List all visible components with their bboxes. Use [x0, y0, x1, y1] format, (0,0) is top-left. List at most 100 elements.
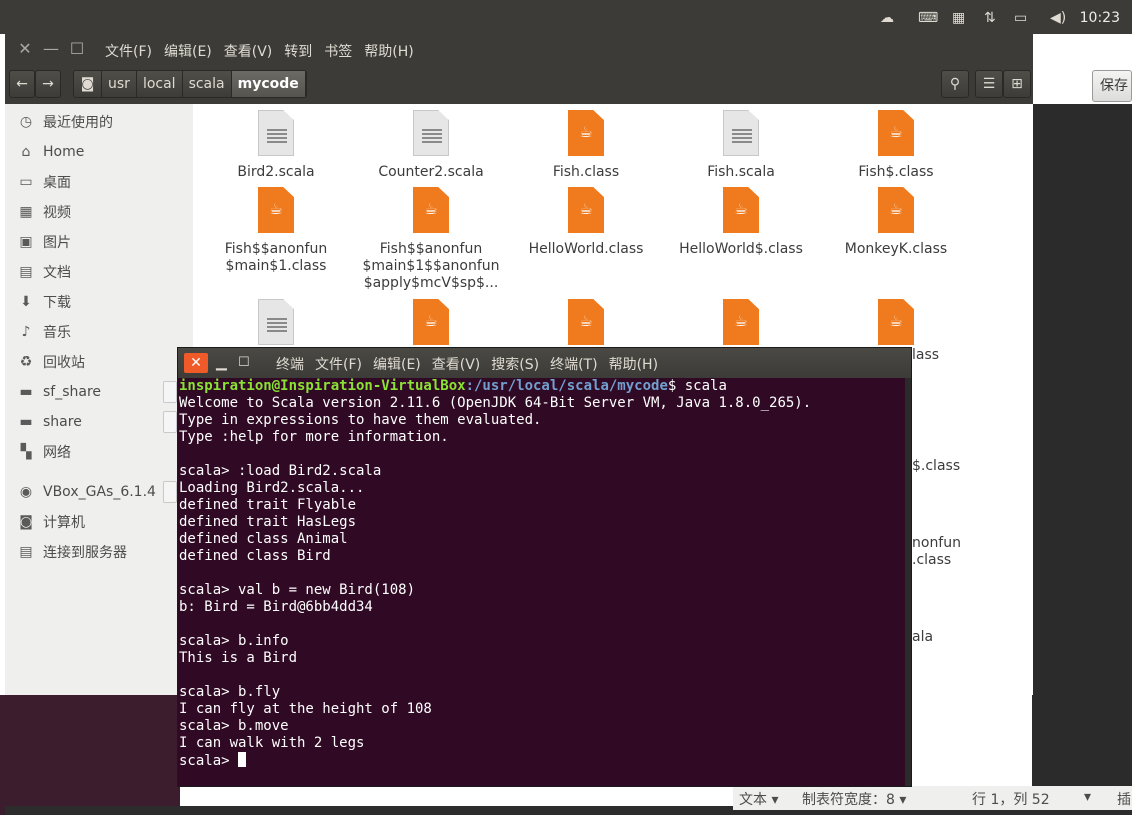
- text-file-icon: [413, 110, 449, 156]
- menu-file[interactable]: 文件(F): [315, 354, 362, 374]
- sidebar-item-videos[interactable]: ▦ 视频: [5, 198, 193, 226]
- video-icon: ▦: [19, 204, 33, 220]
- file-item[interactable]: [356, 299, 506, 353]
- eject-button[interactable]: [163, 381, 177, 403]
- sidebar-item-label: 桌面: [43, 175, 71, 191]
- menu-edit[interactable]: 编辑(E): [164, 41, 212, 61]
- breadcrumb: ◙ usr local scala mycode: [73, 70, 307, 98]
- file-item[interactable]: HelloWorld$.class: [666, 187, 816, 258]
- keyboard-icon[interactable]: ⌨: [918, 9, 938, 27]
- tab-width-dropdown[interactable]: 制表符宽度：8 ▾: [802, 789, 906, 809]
- minimize-icon[interactable]: ▁: [216, 353, 232, 373]
- sidebar-item-desktop[interactable]: ▭ 桌面: [5, 168, 193, 196]
- terminal-line: I can fly at the height of 108: [179, 701, 432, 717]
- maximize-icon[interactable]: ☐: [238, 353, 258, 373]
- menu-go[interactable]: 转到: [284, 41, 312, 61]
- battery-icon[interactable]: ▭: [1014, 9, 1027, 27]
- minimize-icon[interactable]: —: [41, 39, 61, 59]
- sidebar-item-recent[interactable]: ◷ 最近使用的: [5, 108, 193, 136]
- file-item[interactable]: [201, 299, 351, 353]
- breadcrumb-mycode[interactable]: mycode: [231, 71, 306, 97]
- cursor-position: 行 1，列 52: [972, 792, 1050, 808]
- drive-icon: ▬: [19, 414, 33, 430]
- volume-icon[interactable]: ◀): [1050, 9, 1066, 27]
- terminal-output[interactable]: inspiration@Inspiration-VirtualBox:/usr/…: [178, 378, 903, 786]
- chevron-down-icon[interactable]: ▾: [1084, 789, 1091, 805]
- menu-edit[interactable]: 编辑(E): [373, 354, 421, 374]
- close-icon[interactable]: ✕: [15, 39, 35, 59]
- menu-search[interactable]: 搜索(S): [491, 354, 539, 374]
- syntax-mode-dropdown[interactable]: 文本 ▾: [739, 789, 778, 809]
- file-item[interactable]: Fish.scala: [666, 110, 816, 181]
- breadcrumb-usr[interactable]: usr: [102, 71, 137, 97]
- terminal-scrollbar[interactable]: [905, 378, 911, 786]
- sidebar-item-documents[interactable]: ▤ 文档: [5, 258, 193, 286]
- file-item[interactable]: MonkeyK.class: [821, 187, 971, 258]
- file-label-partial[interactable]: ala: [912, 629, 933, 645]
- breadcrumb-scala[interactable]: scala: [182, 71, 232, 97]
- top-panel: ☁ ⌨ ▦ ⇅ ▭ ◀) 10:23: [0, 0, 1132, 34]
- sidebar-item-pictures[interactable]: ▣ 图片: [5, 228, 193, 256]
- java-file-icon: [258, 187, 294, 233]
- menu-help[interactable]: 帮助(H): [609, 354, 658, 374]
- file-item[interactable]: HelloWorld.class: [511, 187, 661, 258]
- clock-icon: ◷: [19, 114, 33, 130]
- maximize-icon[interactable]: ☐: [67, 39, 87, 59]
- file-item[interactable]: [666, 299, 816, 353]
- terminal-line: Loading Bird2.scala...: [179, 480, 365, 496]
- sidebar: ◷ 最近使用的 ⌂ Home ▭ 桌面 ▦ 视频 ▣ 图片 ▤ 文档 ⬇ 下载 ♪ 音乐 ♻ 回收…: [5, 104, 193, 695]
- menu-bookmarks[interactable]: 书签: [324, 41, 352, 61]
- forward-button[interactable]: →: [35, 70, 61, 98]
- file-item[interactable]: Counter2.scala: [356, 110, 506, 181]
- list-view-button[interactable]: ☰: [975, 70, 1003, 98]
- eject-button[interactable]: [163, 481, 177, 503]
- network-icon[interactable]: ⇅: [984, 9, 996, 27]
- file-item[interactable]: [511, 299, 661, 353]
- file-item[interactable]: Bird2.scala: [201, 110, 351, 181]
- sidebar-item-trash[interactable]: ♻ 回收站: [5, 348, 193, 376]
- calendar-icon[interactable]: ▦: [952, 9, 965, 27]
- clock[interactable]: 10:23: [1080, 10, 1120, 26]
- menu-help[interactable]: 帮助(H): [364, 41, 413, 61]
- sidebar-item-connect-server[interactable]: ▤ 连接到服务器: [5, 538, 193, 566]
- file-label-partial[interactable]: $.class: [912, 458, 960, 474]
- file-item[interactable]: Fish$.class: [821, 110, 971, 181]
- file-label: HelloWorld.class: [528, 241, 644, 257]
- file-item[interactable]: Fish$$anonfun $main$1$$anonfun $apply$mc…: [356, 187, 506, 292]
- file-label-partial[interactable]: lass: [912, 347, 939, 363]
- prompt-path: :/usr/local/scala/mycode: [465, 378, 668, 394]
- sidebar-item-downloads[interactable]: ⬇ 下载: [5, 288, 193, 316]
- terminal-line: defined class Animal: [179, 531, 348, 547]
- back-button[interactable]: ←: [9, 70, 35, 98]
- close-icon[interactable]: ✕: [184, 353, 208, 373]
- weather-icon[interactable]: ☁: [880, 9, 894, 27]
- search-button[interactable]: ⚲: [941, 70, 969, 98]
- file-label-partial[interactable]: .class: [912, 552, 951, 568]
- menu-view[interactable]: 查看(V): [224, 41, 273, 61]
- menu-file[interactable]: 文件(F): [105, 41, 152, 61]
- file-item[interactable]: Fish$$anonfun $main$1.class: [201, 187, 351, 275]
- breadcrumb-local[interactable]: local: [136, 71, 183, 97]
- sidebar-item-music[interactable]: ♪ 音乐: [5, 318, 193, 346]
- breadcrumb-root[interactable]: ◙: [74, 71, 102, 97]
- sidebar-item-network[interactable]: ▚ 网络: [5, 438, 193, 466]
- sidebar-item-computer[interactable]: ◙ 计算机: [5, 508, 193, 536]
- file-item[interactable]: [821, 299, 971, 353]
- terminal-title: 终端: [276, 357, 304, 373]
- eject-button[interactable]: [163, 411, 177, 433]
- menu-terminal[interactable]: 终端(T): [550, 354, 597, 374]
- file-item[interactable]: Fish.class: [511, 110, 661, 181]
- java-file-icon: [878, 110, 914, 156]
- terminal-menubar: 终端 文件(F) 编辑(E) 查看(V) 搜索(S) 终端(T) 帮助(H): [276, 354, 658, 374]
- java-file-icon: [723, 187, 759, 233]
- menu-view[interactable]: 查看(V): [432, 354, 481, 374]
- grid-view-button[interactable]: ⊞: [1003, 70, 1031, 98]
- text-file-icon: [258, 110, 294, 156]
- save-button[interactable]: 保存: [1092, 70, 1132, 102]
- network-icon: ▚: [20, 444, 32, 460]
- file-label-partial[interactable]: nonfun: [912, 535, 961, 551]
- sidebar-item-home[interactable]: ⌂ Home: [5, 138, 193, 166]
- sidebar-item-label: Home: [43, 144, 85, 160]
